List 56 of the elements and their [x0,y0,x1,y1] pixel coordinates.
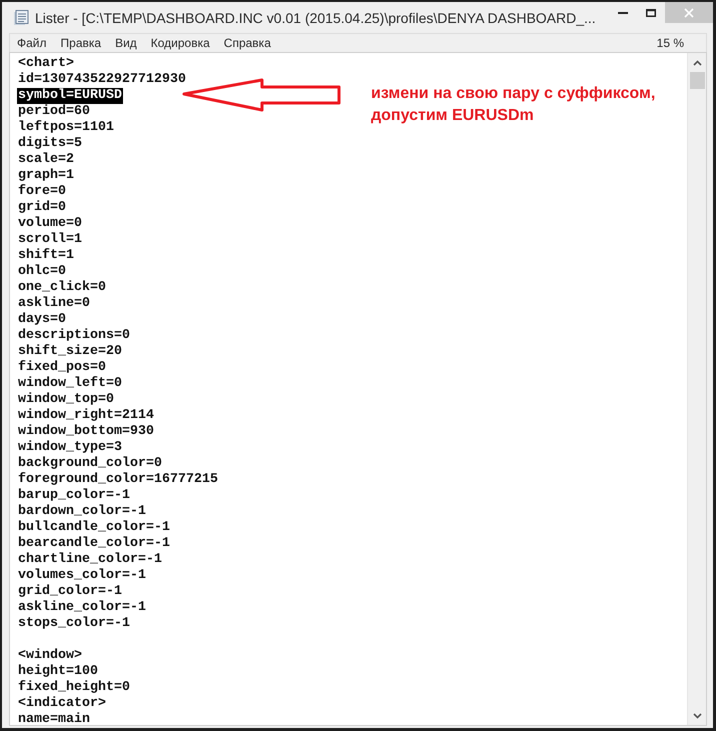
code-line: scale=2 [17,152,75,168]
code-line: fixed_pos=0 [17,360,107,376]
code-line: background_color=0 [17,456,163,472]
code-line: one_click=0 [17,280,107,296]
code-line: fore=0 [17,184,67,200]
code-line: volume=0 [17,216,83,232]
code-line: grid_color=-1 [17,584,123,600]
code-line: name=main [17,712,91,725]
code-line: window_right=2114 [17,408,155,424]
maximize-icon [646,8,656,16]
code-line: period=60 [17,104,91,120]
menu-item[interactable]: Вид [108,35,144,51]
code-line: grid=0 [17,200,67,216]
code-line: window_left=0 [17,376,123,392]
code-line: window_top=0 [17,392,115,408]
code-line: barup_color=-1 [17,488,131,504]
minimize-icon [618,12,628,14]
code-line: scroll=1 [17,232,83,248]
percent-label: 15 % [656,35,684,51]
code-line: descriptions=0 [17,328,131,344]
scroll-down-icon[interactable] [692,713,702,719]
close-icon [684,8,694,18]
code-line: leftpos=1101 [17,120,115,136]
code-line: volumes_color=-1 [17,568,147,584]
document-icon [13,10,29,26]
scrollbar-thumb[interactable] [690,72,704,89]
code-line: bardown_color=-1 [17,504,147,520]
code-line: id=130743522927712930 [17,72,187,88]
code-line: digits=5 [17,136,83,152]
code-line: ohlc=0 [17,264,67,280]
scrollbar[interactable] [687,53,706,725]
code-line: bearcandle_color=-1 [17,536,171,552]
code-line: <chart> [17,56,75,72]
scroll-up-icon[interactable] [692,60,702,66]
code-line: foreground_color=16777215 [17,472,219,488]
code-line: stops_color=-1 [17,616,131,632]
code-line: days=0 [17,312,67,328]
code-line: askline_color=-1 [17,600,147,616]
code-line: chartline_color=-1 [17,552,163,568]
window-title: Lister - [C:\TEMP\DASHBOARD.INC v0.01 (2015.04.25)\profiles\DENYA DASHBOARD_... [35,9,596,27]
menu-item[interactable]: Файл [10,35,54,51]
code-line: askline=0 [17,296,91,312]
code-line: graph=1 [17,168,75,184]
code-line: height=100 [17,664,99,680]
code-line: window_type=3 [17,440,123,456]
code-line: shift_size=20 [17,344,123,360]
menu-item[interactable]: Правка [54,35,108,51]
code-line: <indicator> [17,696,107,712]
code-line: shift=1 [17,248,75,264]
annotation-text: измени на свою пару с суффиксом, допустим EURUSDm [371,84,656,126]
code-line: fixed_height=0 [17,680,131,696]
menu-item[interactable]: Справка [216,35,278,51]
code-line: <window> [17,648,83,664]
code-line: window_bottom=930 [17,424,155,440]
code-line: bullcandle_color=-1 [17,520,171,536]
menu-item[interactable]: Кодировка [144,35,217,51]
